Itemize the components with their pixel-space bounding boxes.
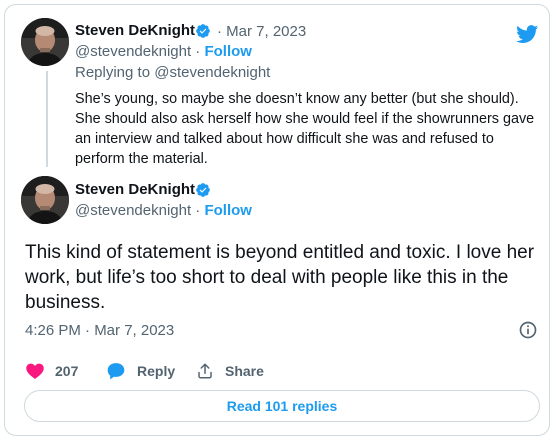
heart-icon	[26, 363, 44, 379]
replying-to: Replying to @stevendeknight	[75, 64, 270, 81]
author-avatar[interactable]	[21, 176, 69, 224]
follow-link[interactable]: Follow	[204, 202, 252, 219]
author-name[interactable]: Steven DeKnight	[75, 22, 195, 39]
author-name[interactable]: Steven DeKnight	[75, 181, 195, 198]
speech-bubble-icon	[107, 363, 125, 380]
follow-link[interactable]: Follow	[204, 43, 252, 60]
tweet-embed-card: Steven DeKnight · Mar 7, 2023 @stevendek…	[4, 4, 550, 436]
handle-separator: ·	[191, 43, 205, 60]
read-replies-button[interactable]: Read 101 replies	[24, 390, 540, 422]
verified-badge-icon	[196, 24, 210, 38]
avatar-portrait	[21, 176, 69, 224]
tweet-timestamp[interactable]: 4:26 PM · Mar 7, 2023	[25, 322, 174, 339]
author-avatar[interactable]	[21, 18, 69, 66]
thread-connector	[46, 71, 48, 167]
replying-prefix: Replying to	[75, 64, 155, 81]
reply-tweet-text: She’s young, so maybe she doesn’t know a…	[75, 91, 535, 167]
share-icon	[198, 363, 212, 379]
author-handle[interactable]: @stevendeknight	[75, 202, 191, 219]
author-handle-line: @stevendeknight · Follow	[75, 43, 252, 60]
info-icon[interactable]	[518, 320, 538, 340]
handle-separator: ·	[191, 202, 205, 219]
avatar-portrait	[21, 18, 69, 66]
share-button[interactable]: Share	[196, 361, 264, 381]
author-handle[interactable]: @stevendeknight	[75, 43, 191, 60]
like-count: 207	[55, 363, 79, 379]
reply-label: Reply	[137, 363, 176, 379]
main-tweet-text: This kind of statement is beyond entitle…	[25, 242, 535, 313]
share-label: Share	[225, 363, 264, 379]
reply-button[interactable]: Reply	[106, 361, 175, 381]
tweet-date[interactable]: · Mar 7, 2023	[217, 23, 306, 40]
like-button[interactable]: 207	[25, 361, 78, 381]
replying-handle[interactable]: @stevendeknight	[154, 64, 270, 81]
author-handle-line: @stevendeknight · Follow	[75, 202, 252, 219]
verified-badge-icon	[196, 183, 210, 197]
twitter-bird-icon[interactable]	[515, 23, 540, 45]
